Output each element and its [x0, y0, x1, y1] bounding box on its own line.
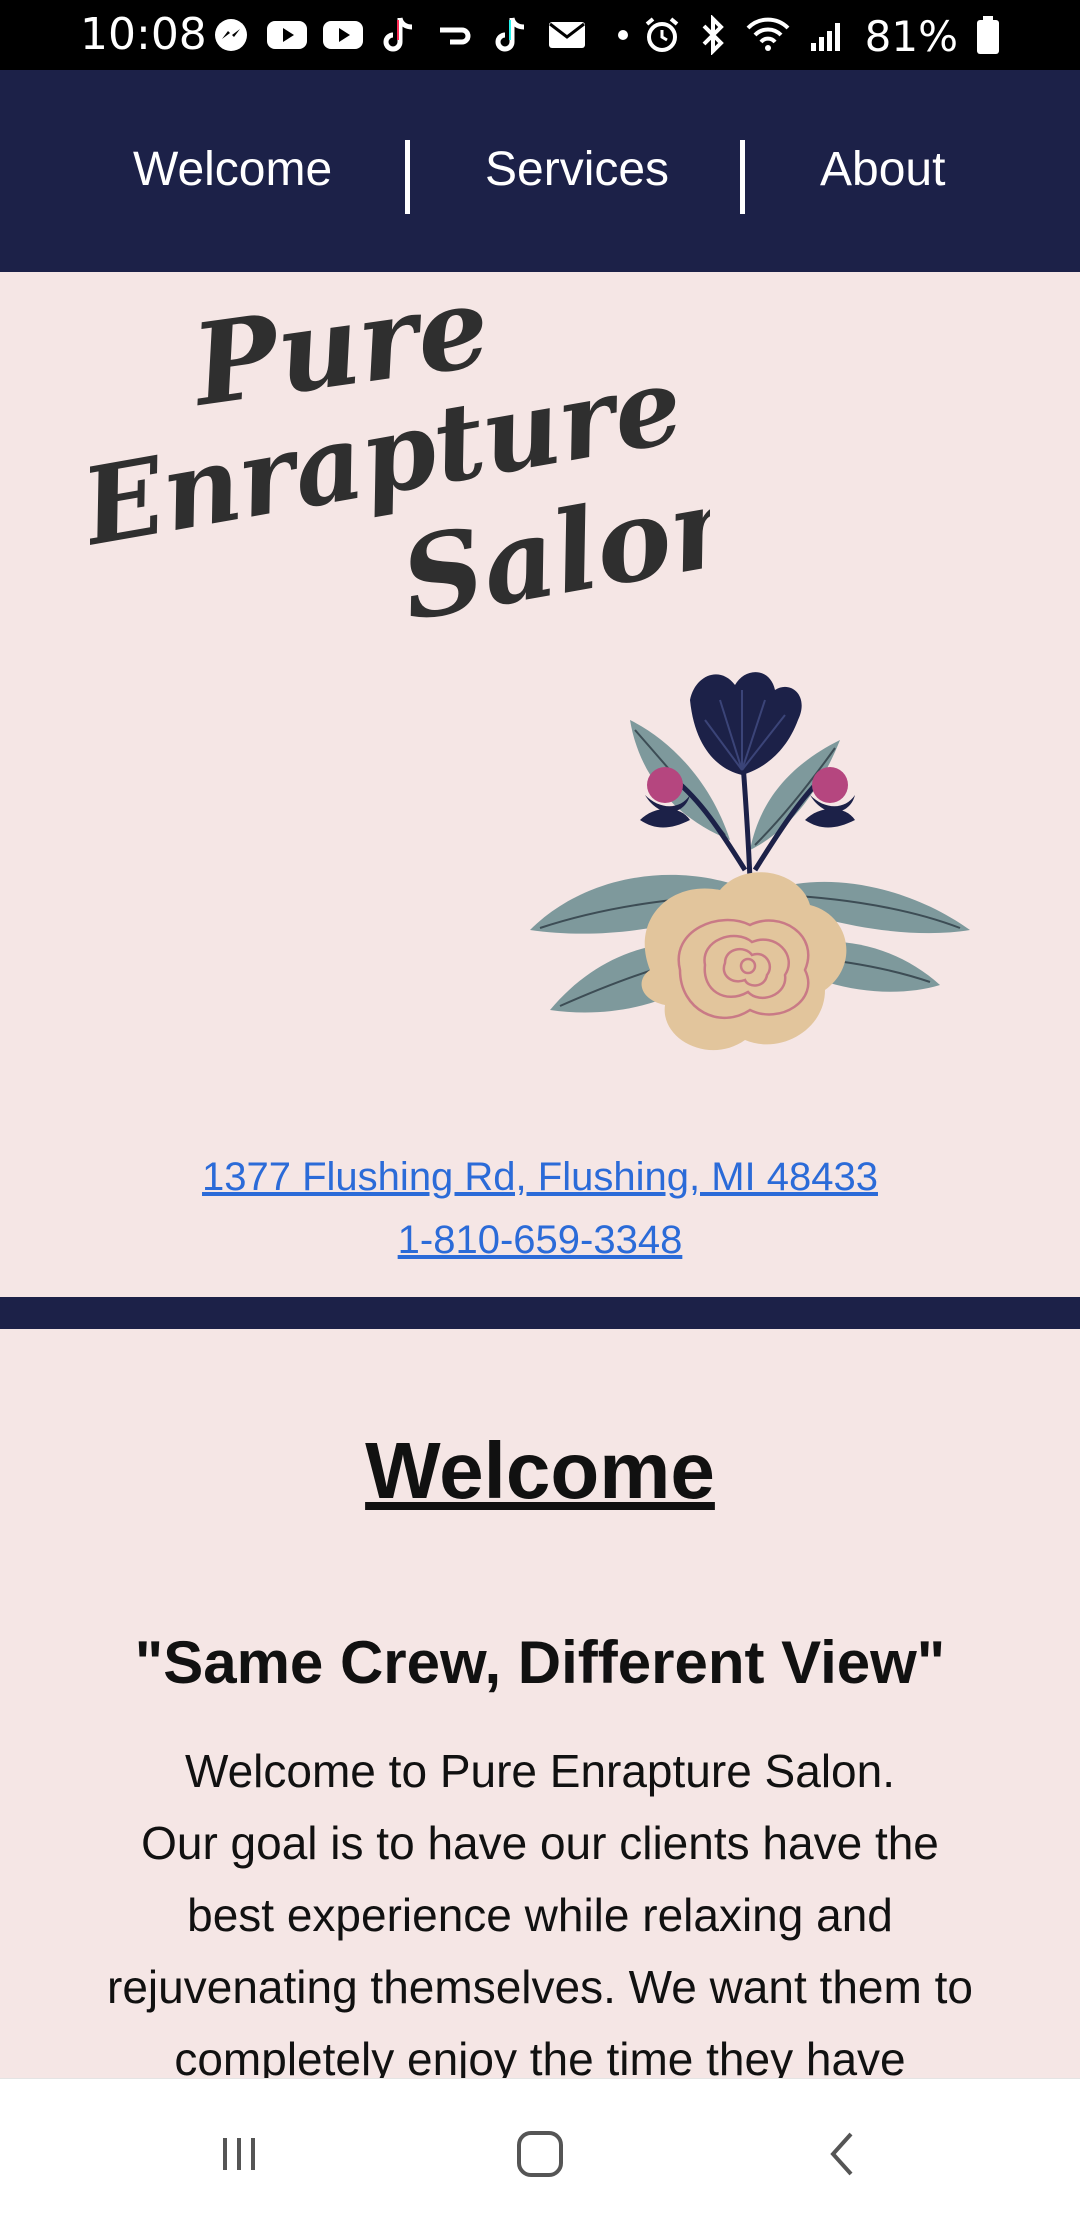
- welcome-heading: Welcome: [365, 1426, 715, 1515]
- system-icons: 81%: [643, 12, 1000, 61]
- mail-icon: [546, 14, 588, 56]
- welcome-intro: Welcome to Pure Enrapture Salon.: [185, 1745, 895, 1797]
- signal-icon: [809, 17, 847, 57]
- dot-icon: [602, 14, 644, 56]
- home-icon[interactable]: [505, 2119, 575, 2189]
- tagline: "Same Crew, Different View": [134, 1629, 946, 1696]
- back-icon[interactable]: [808, 2119, 878, 2189]
- alarm-icon: [643, 16, 681, 58]
- notification-icons: [210, 14, 644, 56]
- status-bar: 10:08 81%: [0, 0, 1080, 70]
- phone-link[interactable]: 1-810-659-3348: [398, 1218, 683, 1262]
- recent-apps-icon[interactable]: [204, 2119, 274, 2189]
- contact-address-row: 1377 Flushing Rd, Flushing, MI 48433: [0, 1155, 1080, 1200]
- bluetooth-icon: [699, 13, 727, 59]
- wifi-icon: [745, 16, 791, 58]
- nav-services[interactable]: Services: [485, 142, 669, 197]
- section-divider: [0, 1297, 1080, 1329]
- tiktok-icon: [490, 14, 532, 56]
- status-time: 10:08: [80, 9, 207, 60]
- battery-icon: [976, 15, 1000, 59]
- nav-about[interactable]: About: [820, 142, 945, 197]
- welcome-body: Welcome to Pure Enrapture Salon. Our goa…: [100, 1735, 980, 2095]
- youtube-icon: [266, 14, 308, 56]
- nav-divider: [405, 140, 410, 214]
- nav-welcome[interactable]: Welcome: [133, 142, 332, 197]
- youtube-icon: [322, 14, 364, 56]
- salon-logo: Pure Enrapture Salon: [90, 290, 710, 647]
- nav-divider: [740, 140, 745, 214]
- site-nav: Welcome Services About: [0, 70, 1080, 272]
- tiktok-icon: [378, 14, 420, 56]
- battery-percentage: 81%: [864, 12, 958, 61]
- address-link[interactable]: 1377 Flushing Rd, Flushing, MI 48433: [202, 1155, 878, 1199]
- contact-phone-row: 1-810-659-3348: [0, 1218, 1080, 1263]
- cast-icon: [434, 14, 476, 56]
- android-navigation-bar: [0, 2078, 1080, 2221]
- messenger-icon: [210, 14, 252, 56]
- welcome-goal: Our goal is to have our clients have the…: [107, 1817, 973, 2085]
- flower-illustration: [530, 672, 970, 1051]
